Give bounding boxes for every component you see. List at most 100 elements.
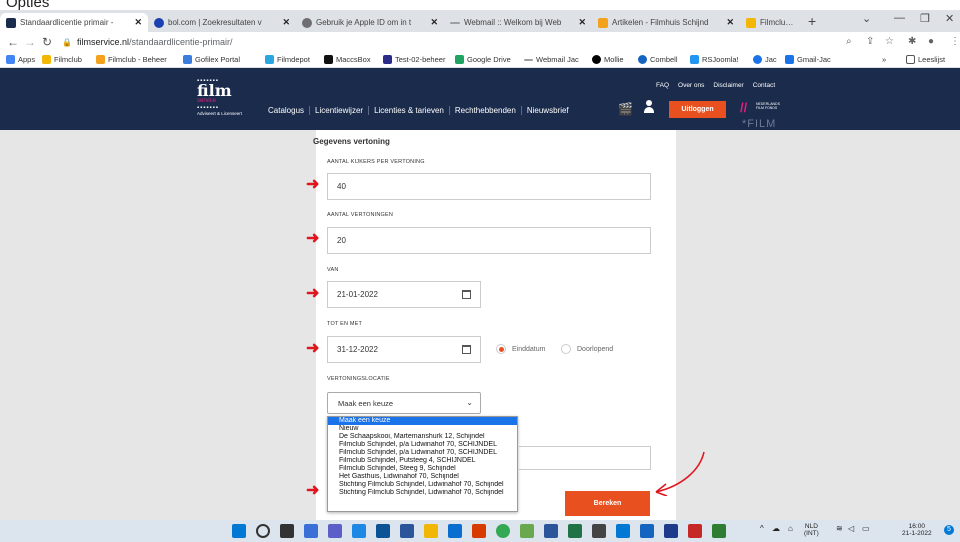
bookmark-maccsbox[interactable]: MaccsBox [324, 55, 371, 64]
task-view-icon[interactable] [280, 524, 294, 538]
from-date-input[interactable]: 21-01-2022 [327, 281, 481, 308]
tab-bolcom[interactable]: bol.com | Zoekresultaten v ✕ [148, 13, 296, 32]
bookmark-filmclub-beheer[interactable]: Filmclub - Beheer [96, 55, 167, 64]
location-option[interactable]: Stichting Filmclub Schijndel, Lidwinahof… [328, 481, 517, 489]
visitors-input[interactable]: 40 [327, 173, 651, 200]
bookmark-webmail-jac[interactable]: Webmail Jac [524, 55, 579, 64]
close-window-icon[interactable]: ✕ [945, 12, 954, 25]
bookmark-star-icon[interactable]: ☆ [885, 36, 894, 47]
bookmark-jac[interactable]: Jac [753, 55, 777, 64]
share-icon[interactable]: ⇪ [866, 36, 874, 47]
extensions-icon[interactable]: ✱ [908, 36, 916, 47]
image-app-icon[interactable] [520, 524, 534, 538]
bookmark-mollie[interactable]: Mollie [592, 55, 624, 64]
bookmark-google-drive[interactable]: Google Drive [455, 55, 511, 64]
chrome-icon[interactable] [496, 524, 510, 538]
volume-icon[interactable]: ◁ [848, 525, 854, 533]
forward-icon[interactable]: → [24, 35, 36, 49]
store-icon[interactable] [448, 524, 462, 538]
outlook-icon[interactable] [616, 524, 630, 538]
screenings-input[interactable]: 20 [327, 227, 651, 254]
calendar-icon[interactable] [462, 345, 471, 354]
bookmark-test-02-beheer[interactable]: Test-02-beheer [383, 55, 445, 64]
close-tab-icon[interactable]: ✕ [578, 17, 586, 28]
battery-icon[interactable]: ▭ [862, 525, 870, 533]
notification-badge[interactable]: 5 [944, 525, 954, 535]
location-option[interactable]: De Schaapskooi, Martemanshurk 12, Schijn… [328, 433, 517, 441]
location-option[interactable]: Maak een keuze [328, 417, 517, 425]
menu-icon[interactable]: ⋮ [950, 36, 960, 47]
top-link-over-ons[interactable]: Over ons [678, 82, 704, 89]
word-icon[interactable] [544, 524, 558, 538]
nav-licenties-tarieven[interactable]: Licenties & tarieven [369, 106, 450, 115]
bookmark-rsjoomla[interactable]: RSJoomla! [690, 55, 739, 64]
location-option[interactable]: Filmclub Schijndel, Steeg 9, Schijndel [328, 465, 517, 473]
notes-icon[interactable] [400, 524, 414, 538]
nav-rechthebbenden[interactable]: Rechthebbenden [450, 106, 522, 115]
nav-catalogus[interactable]: Catalogus [263, 106, 311, 115]
tray-app-icon[interactable]: ⌂ [788, 525, 793, 533]
url-field[interactable]: 🔒 filmservice.nl /standaardlicentie-prim… [62, 34, 817, 50]
file-explorer-icon[interactable] [424, 524, 438, 538]
tab-artikelen[interactable]: Artikelen - Filmhuis Schijnd ✕ [592, 13, 740, 32]
reading-list[interactable]: Leeslijst [906, 55, 945, 64]
bookmark-gofilex[interactable]: Gofilex Portal [183, 55, 240, 64]
filezilla-icon[interactable] [688, 524, 702, 538]
calendar-app-icon[interactable] [376, 524, 390, 538]
user-icon[interactable] [644, 100, 654, 114]
close-tab-icon[interactable]: ✕ [726, 17, 734, 28]
close-tab-icon[interactable]: ✕ [282, 17, 290, 28]
tab-filmclub[interactable]: Filmclub Schijndel [740, 13, 802, 32]
location-select[interactable]: Maak een keuze ⌄ [327, 392, 481, 414]
cloud-icon[interactable]: ☁ [772, 525, 780, 533]
todo-icon[interactable] [352, 524, 366, 538]
top-link-faq[interactable]: FAQ [656, 82, 669, 89]
close-tab-icon[interactable]: ✕ [134, 17, 142, 28]
tab-apple-id[interactable]: Gebruik je Apple ID om in t ✕ [296, 13, 444, 32]
tab-search-chevron-icon[interactable]: ⌄ [862, 12, 871, 25]
search-icon[interactable] [256, 524, 270, 538]
wifi-icon[interactable]: ≋ [836, 525, 843, 533]
location-option[interactable]: Nieuw [328, 425, 517, 433]
app-icon[interactable] [640, 524, 654, 538]
reload-icon[interactable]: ↻ [42, 35, 52, 49]
bookmark-filmdepot[interactable]: Filmdepot [265, 55, 310, 64]
location-option[interactable]: Filmclub Schijndel, Putsteeg 4, SCHIJNDE… [328, 457, 517, 465]
back-icon[interactable]: ← [7, 35, 19, 49]
radio-ongoing[interactable]: Doorlopend [561, 344, 613, 354]
profile-icon[interactable]: ● [928, 36, 934, 47]
tab-standaardlicentie[interactable]: Standaardlicentie primair - ✕ [0, 13, 148, 32]
location-option[interactable]: Stichting Filmclub Schijndel, Lidwinahof… [328, 489, 517, 497]
clapperboard-icon[interactable]: 🎬 [618, 102, 633, 116]
zoom-icon[interactable]: ⌕ [846, 36, 852, 47]
tab-webmail[interactable]: Webmail :: Welkom bij Web ✕ [444, 13, 592, 32]
close-tab-icon[interactable]: ✕ [430, 17, 438, 28]
widgets-icon[interactable] [304, 524, 318, 538]
app-icon[interactable] [664, 524, 678, 538]
filmservice-logo[interactable]: ▪▪▪▪▪▪▪ film service ▪▪▪▪▪▪▪ Adviseert &… [197, 78, 257, 122]
location-option[interactable]: Filmclub Schijndel, p/a Lidwinahof 70, S… [328, 449, 517, 457]
partially-hidden-input[interactable] [519, 446, 651, 470]
app-icon[interactable] [592, 524, 606, 538]
top-link-disclaimer[interactable]: Disclaimer [713, 82, 743, 89]
office-icon[interactable] [472, 524, 486, 538]
app-icon[interactable] [712, 524, 726, 538]
chat-icon[interactable] [328, 524, 342, 538]
nav-nieuwsbrief[interactable]: Nieuwsbrief [522, 106, 574, 115]
windows-start-icon[interactable] [232, 524, 246, 538]
bookmark-filmclub[interactable]: Filmclub [42, 55, 82, 64]
minimize-icon[interactable]: — [894, 12, 905, 24]
location-dropdown-list[interactable]: Maak een keuze Nieuw De Schaapskooi, Mar… [327, 416, 518, 512]
location-option[interactable]: Het Gasthuis, Lidwinahof 70, Schijndel [328, 473, 517, 481]
restore-icon[interactable]: ❐ [920, 12, 930, 25]
radio-end-date[interactable]: Einddatum [496, 344, 545, 354]
bookmark-combell[interactable]: Combell [638, 55, 678, 64]
clock[interactable]: 16:00 21-1-2022 [902, 523, 932, 537]
nav-licentiewijzer[interactable]: Licentiewijzer [310, 106, 370, 115]
calculate-button[interactable]: Bereken [565, 491, 650, 516]
top-link-contact[interactable]: Contact [753, 82, 775, 89]
more-bookmarks-icon[interactable]: » [882, 55, 886, 64]
logout-button[interactable]: Uitloggen [669, 101, 726, 118]
language-indicator[interactable]: NLD (INT) [804, 523, 819, 537]
bookmark-apps[interactable]: Apps [6, 55, 35, 64]
